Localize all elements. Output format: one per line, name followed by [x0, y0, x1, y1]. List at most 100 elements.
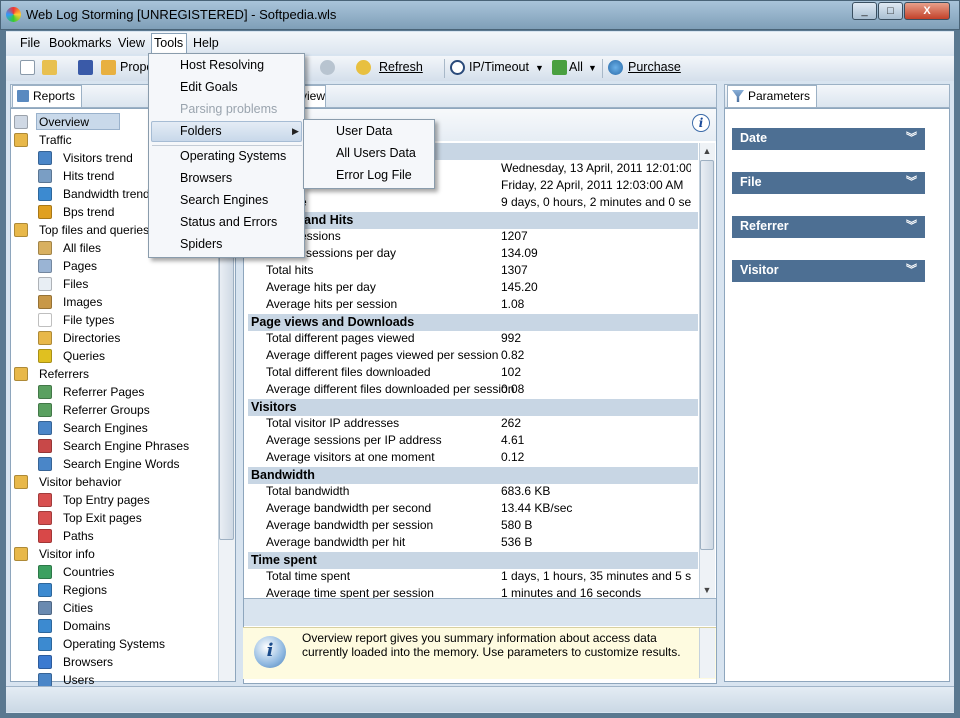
tree-item[interactable]: Top files and queries [14, 222, 149, 240]
tree-item[interactable]: Operating Systems [38, 636, 165, 654]
maximize-button[interactable]: □ [878, 2, 903, 20]
purchase-button[interactable]: Purchase [628, 60, 681, 74]
chevron-double-down-icon[interactable]: ︾ [906, 260, 917, 281]
menu-item-browsers[interactable]: Browsers [180, 171, 232, 185]
menu-help[interactable]: Help [193, 36, 219, 50]
report-row-value: 536 B [501, 535, 533, 549]
report-row-value: Wednesday, 13 April, 2011 12:01:00 ... [501, 161, 691, 175]
tree-item[interactable]: Regions [38, 582, 107, 600]
filter-referrer[interactable]: Referrer ︾ [732, 216, 925, 238]
tree-item[interactable]: Domains [38, 618, 110, 636]
tree-item[interactable]: Files [38, 276, 88, 294]
purchase-globe-icon[interactable] [608, 60, 623, 75]
ip-timeout-button[interactable]: IP/Timeout [469, 60, 529, 74]
filter-all-icon[interactable] [552, 60, 567, 75]
close-button[interactable]: X [904, 2, 950, 20]
menu-item-search-engines[interactable]: Search Engines [180, 193, 268, 207]
tree-item[interactable]: Browsers [38, 654, 113, 672]
save-icon[interactable] [78, 60, 93, 75]
report-row-label: Total bandwidth [266, 484, 350, 498]
tree-item[interactable]: Countries [38, 564, 114, 582]
chevron-double-down-icon[interactable]: ︾ [906, 216, 917, 237]
menu-bar [6, 32, 954, 54]
chevron-double-down-icon[interactable]: ︾ [906, 172, 917, 193]
filter-visitor[interactable]: Visitor ︾ [732, 260, 925, 282]
menu-tools[interactable]: Tools [154, 36, 183, 50]
tree-item[interactable]: Search Engine Phrases [38, 438, 189, 456]
tree-item-label: Visitors trend [63, 151, 133, 165]
ip-timeout-dropdown-icon[interactable]: ▼ [535, 63, 544, 73]
tree-item[interactable]: File types [38, 312, 114, 330]
menu-view[interactable]: View [118, 36, 145, 50]
submenu-item-error-log-file[interactable]: Error Log File [336, 168, 412, 182]
report-row-value: 0.08 [501, 382, 525, 396]
folder-icon [14, 133, 28, 147]
all-button[interactable]: All [569, 60, 583, 74]
menu-item-status-and-errors[interactable]: Status and Errors [180, 215, 277, 229]
report-row-value: Friday, 22 April, 2011 12:03:00 AM [501, 178, 684, 192]
tree-item[interactable]: Cities [38, 600, 93, 618]
tree-item[interactable]: Referrer Groups [38, 402, 150, 420]
tree-item-label: Files [63, 277, 89, 291]
tree-item[interactable]: Bandwidth trend [38, 186, 150, 204]
menu-bookmarks[interactable]: Bookmarks [49, 36, 112, 50]
tree-item[interactable]: All files [38, 240, 101, 258]
tree-item[interactable]: Queries [38, 348, 105, 366]
menu-item-edit-goals[interactable]: Edit Goals [180, 80, 238, 94]
clock-icon[interactable] [450, 60, 465, 75]
report-row-label: essions [300, 229, 341, 243]
menu-item-folders[interactable]: Folders [180, 124, 222, 138]
scroll-down-arrow-icon[interactable]: ▼ [699, 582, 715, 598]
refresh-icon[interactable] [356, 60, 371, 75]
menu-item-operating-systems[interactable]: Operating Systems [180, 149, 286, 163]
tree-item[interactable]: Traffic [14, 132, 72, 150]
info-icon[interactable]: i [692, 114, 710, 132]
properties-icon[interactable] [101, 60, 116, 75]
tree-item[interactable]: Referrers [14, 366, 89, 384]
filter-date[interactable]: Date ︾ [732, 128, 925, 150]
globe-icon [38, 565, 52, 579]
tree-item[interactable]: Directories [38, 330, 120, 348]
tree-item[interactable]: Bps trend [38, 204, 114, 222]
tree-item[interactable]: Visitor info [14, 546, 95, 564]
tree-item-label: Referrer Pages [63, 385, 145, 399]
globe-icon [38, 187, 52, 201]
tree-item[interactable]: Hits trend [38, 168, 114, 186]
open-folder-icon[interactable] [42, 60, 57, 75]
stop-icon[interactable] [320, 60, 335, 75]
submenu-item-user-data[interactable]: User Data [336, 124, 392, 138]
tab-parameters[interactable]: Parameters [727, 85, 817, 107]
hint-scrollbar[interactable] [699, 628, 715, 678]
refresh-button[interactable]: Refresh [379, 60, 439, 74]
tree-item[interactable]: Search Engines [38, 420, 148, 438]
overview-scrollbar-thumb[interactable] [700, 160, 714, 550]
tree-item[interactable]: Paths [38, 528, 94, 546]
filter-funnel-icon [732, 90, 744, 102]
tree-item[interactable]: Search Engine Words [38, 456, 180, 474]
new-file-icon[interactable] [20, 60, 35, 75]
tree-item[interactable]: Visitors trend [38, 150, 133, 168]
submenu-item-all-users-data[interactable]: All Users Data [336, 146, 416, 160]
scroll-up-arrow-icon[interactable]: ▲ [699, 143, 715, 159]
submenu-arrow-icon: ▶ [292, 126, 299, 136]
tree-item[interactable]: Pages [38, 258, 97, 276]
abc-icon [38, 313, 52, 327]
tree-item[interactable]: Top Exit pages [38, 510, 142, 528]
menu-item-host-resolving[interactable]: Host Resolving [180, 58, 264, 72]
menu-item-spiders[interactable]: Spiders [180, 237, 222, 251]
all-dropdown-icon[interactable]: ▼ [588, 63, 597, 73]
tree-item-label: Search Engine Phrases [63, 439, 190, 453]
menu-item-parsing-problems[interactable]: Parsing problems [180, 102, 277, 116]
tree-item[interactable]: Visitor behavior [14, 474, 122, 492]
filter-file[interactable]: File ︾ [732, 172, 925, 194]
tab-reports[interactable]: Reports [12, 85, 82, 107]
tree-item[interactable]: Referrer Pages [38, 384, 144, 402]
tree-item[interactable]: Images [38, 294, 102, 312]
chevron-double-down-icon[interactable]: ︾ [906, 128, 917, 149]
splitter[interactable] [244, 598, 716, 626]
tree-item[interactable]: Top Entry pages [38, 492, 150, 510]
minimize-button[interactable]: _ [852, 2, 877, 20]
tree-item[interactable]: Overview [14, 114, 89, 132]
menu-file[interactable]: File [20, 36, 40, 50]
report-row-value: 1.08 [501, 297, 525, 311]
